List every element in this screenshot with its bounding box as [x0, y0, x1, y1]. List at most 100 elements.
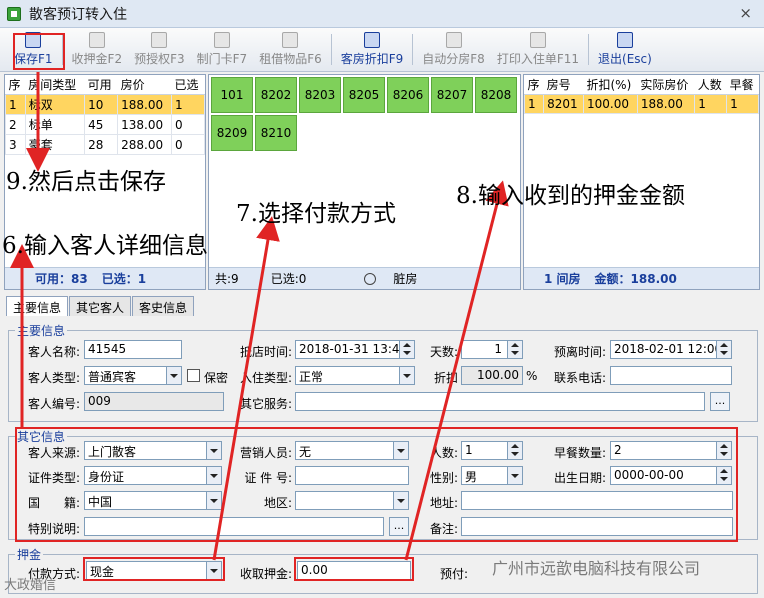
room-tile[interactable]: 101: [211, 77, 253, 113]
tab-other-guests[interactable]: 其它客人: [69, 296, 132, 316]
auto-assign-room-button[interactable]: 自动分房F8: [416, 28, 491, 71]
guest-type-select[interactable]: 普通宾客: [84, 366, 182, 385]
gender-select[interactable]: 男: [461, 466, 523, 485]
table-row[interactable]: 3 豪套 28 288.00 0: [5, 134, 206, 155]
chevron-down-icon[interactable]: [399, 367, 414, 384]
chevron-down-icon[interactable]: [206, 562, 221, 579]
spinner-icon[interactable]: [507, 442, 522, 459]
more-options-button[interactable]: ...: [710, 392, 730, 411]
deposit-amount-field[interactable]: 0.00: [297, 561, 411, 580]
departure-time-field[interactable]: 2018-02-01 12:00: [610, 340, 732, 359]
pre-authorize-button[interactable]: 预授权F3: [128, 28, 191, 71]
toolbar-divider: [588, 34, 590, 65]
other-service-field[interactable]: [295, 392, 705, 411]
persons-stepper[interactable]: 1: [461, 441, 523, 460]
id-type-label: 证件类型:: [27, 471, 80, 485]
selected-rooms-table: 序 房号 折扣(%) 实际房价 人数 早餐 1 8201 100.00 188.00 1…: [523, 75, 759, 114]
discount-unit: %: [526, 369, 538, 383]
id-type-select[interactable]: 身份证: [84, 466, 222, 485]
column-header: 折扣(%): [583, 75, 638, 95]
sales-label: 营销人员:: [239, 446, 292, 460]
toolbar-divider: [412, 34, 414, 65]
column-header: 房间类型: [25, 75, 85, 95]
nationality-select[interactable]: 中国: [84, 491, 222, 510]
auto-assign-icon: [445, 32, 462, 48]
print-checkin-button[interactable]: 打印入住单F11: [491, 28, 585, 71]
guest-name-field[interactable]: 41545: [84, 340, 182, 359]
pay-method-select[interactable]: 现金: [86, 561, 222, 580]
room-tile[interactable]: 8203: [299, 77, 341, 113]
breakfast-label: 早餐数量:: [553, 446, 606, 460]
column-header: 房价: [117, 75, 172, 95]
chevron-down-icon[interactable]: [393, 442, 408, 459]
phone-field[interactable]: [610, 366, 732, 385]
app-icon: [7, 6, 21, 21]
chevron-down-icon[interactable]: [206, 442, 221, 459]
confidential-checkbox[interactable]: [187, 369, 200, 382]
column-header: 早餐: [726, 75, 759, 95]
source-select[interactable]: 上门散客: [84, 441, 222, 460]
tab-main-info[interactable]: 主要信息: [6, 296, 69, 316]
room-tile[interactable]: 8205: [343, 77, 385, 113]
chevron-down-icon[interactable]: [166, 367, 181, 384]
remark-label: 特别说明:: [27, 522, 80, 536]
room-tile[interactable]: 8202: [255, 77, 297, 113]
info-tabs: 主要信息 其它客人 客史信息: [6, 296, 195, 316]
spinner-icon[interactable]: [399, 341, 414, 358]
spinner-icon[interactable]: [716, 442, 731, 459]
annotation-step-9: 9.然后点击保存: [6, 169, 166, 195]
table-row[interactable]: 2 标单 45 138.00 0: [5, 114, 206, 135]
room-tile[interactable]: 8206: [387, 77, 429, 113]
annotation-step-7: 7.选择付款方式: [236, 201, 396, 227]
phone-label: 联系电话:: [553, 371, 606, 385]
column-header: 人数: [694, 75, 727, 95]
chevron-down-icon[interactable]: [393, 492, 408, 509]
chevron-down-icon[interactable]: [206, 492, 221, 509]
sales-select[interactable]: 无: [295, 441, 409, 460]
arrival-time-field[interactable]: 2018-01-31 13:40: [295, 340, 415, 359]
note-field[interactable]: [461, 517, 733, 536]
room-tile[interactable]: 8210: [255, 115, 297, 151]
source-label: 客人来源:: [27, 446, 80, 460]
table-header-row: 序 房号 折扣(%) 实际房价 人数 早餐: [524, 75, 759, 95]
table-row[interactable]: 1 8201 100.00 188.00 1 1: [523, 94, 759, 114]
room-discount-button[interactable]: 客房折扣F9: [335, 28, 410, 71]
column-header: 已选: [171, 75, 205, 95]
arrival-label: 抵店时间:: [239, 345, 292, 359]
address-field[interactable]: [461, 491, 733, 510]
days-stepper[interactable]: 1: [461, 340, 523, 359]
close-icon[interactable]: ×: [739, 4, 752, 22]
spinner-icon[interactable]: [716, 341, 731, 358]
birth-date-field[interactable]: 0000-00-00: [610, 466, 732, 485]
chevron-down-icon[interactable]: [206, 467, 221, 484]
breakfast-stepper[interactable]: 2: [610, 441, 732, 460]
tab-guest-history[interactable]: 客史信息: [132, 296, 195, 316]
remark-field[interactable]: [84, 517, 384, 536]
table-header-row: 序 房间类型 可用 房价 已选: [5, 75, 205, 95]
rent-items-icon: [282, 32, 299, 48]
region-label: 地区:: [263, 496, 292, 510]
collect-deposit-button[interactable]: 收押金F2: [66, 28, 129, 71]
room-tile[interactable]: 8207: [431, 77, 473, 113]
remark-more-button[interactable]: ...: [389, 517, 409, 536]
save-button[interactable]: 保存F1: [8, 28, 59, 71]
make-key-card-button[interactable]: 制门卡F7: [191, 28, 254, 71]
exit-button[interactable]: 退出(Esc): [592, 28, 658, 71]
spinner-icon[interactable]: [716, 467, 731, 484]
persons-label: 人数:: [429, 446, 458, 460]
room-tile[interactable]: 8208: [475, 77, 517, 113]
table-row[interactable]: 1 标双 10 188.00 1: [5, 94, 206, 115]
deposit-amount-label: 收取押金:: [239, 567, 292, 581]
id-no-field[interactable]: [295, 466, 409, 485]
id-no-label: 证 件 号:: [244, 471, 292, 485]
rent-items-button[interactable]: 租借物品F6: [253, 28, 328, 71]
deposit-icon: [88, 32, 105, 48]
region-select[interactable]: [295, 491, 409, 510]
stay-type-select[interactable]: 正常: [295, 366, 415, 385]
chevron-down-icon[interactable]: [507, 467, 522, 484]
room-tile[interactable]: 8209: [211, 115, 253, 151]
column-header: 可用: [84, 75, 118, 95]
guest-name-label: 客人名称:: [27, 345, 80, 359]
gender-label: 性别:: [429, 471, 458, 485]
spinner-icon[interactable]: [507, 341, 522, 358]
